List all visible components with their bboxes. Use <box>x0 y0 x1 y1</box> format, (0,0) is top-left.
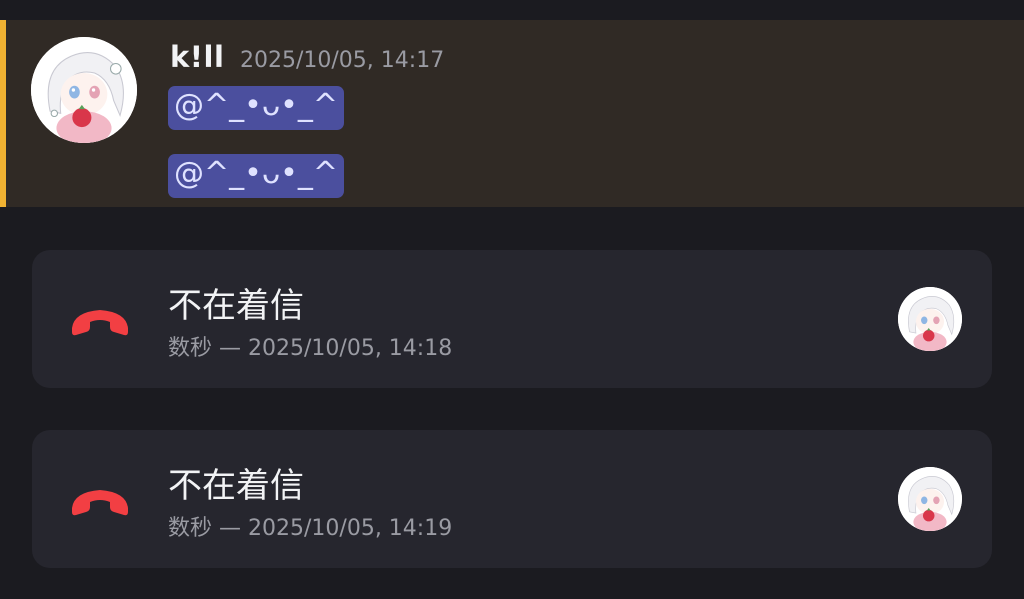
message-author[interactable]: k!ll <box>170 40 224 74</box>
call-separator: — <box>219 516 242 541</box>
missed-call-card[interactable]: 不在着信 数秒 — 2025/10/05, 14:18 <box>32 250 992 388</box>
caller-avatar[interactable] <box>898 467 962 531</box>
user-mention[interactable]: @^_•ᴗ•_^ <box>168 154 345 198</box>
mention-highlight-bar <box>0 20 6 207</box>
call-details: 数秒 — 2025/10/05, 14:18 <box>168 330 452 362</box>
call-duration: 数秒 <box>168 336 213 361</box>
call-details: 数秒 — 2025/10/05, 14:19 <box>168 510 452 542</box>
user-mention[interactable]: @^_•ᴗ•_^ <box>168 86 345 130</box>
message-highlighted[interactable]: k!ll 2025/10/05, 14:17 @^_•ᴗ•_^ @^_•ᴗ•_^ <box>0 20 1024 207</box>
phone-hangup-icon <box>68 478 132 518</box>
call-time: 2025/10/05, 14:19 <box>248 516 453 541</box>
chat-window: k!ll 2025/10/05, 14:17 @^_•ᴗ•_^ @^_•ᴗ•_^… <box>0 0 1024 599</box>
call-time: 2025/10/05, 14:18 <box>248 336 453 361</box>
call-duration: 数秒 <box>168 516 213 541</box>
missed-call-card[interactable]: 不在着信 数秒 — 2025/10/05, 14:19 <box>32 430 992 568</box>
message-timestamp: 2025/10/05, 14:17 <box>240 48 445 73</box>
call-separator: — <box>219 336 242 361</box>
caller-avatar[interactable] <box>898 287 962 351</box>
call-status: 不在着信 <box>168 286 304 326</box>
phone-hangup-icon <box>68 298 132 338</box>
call-status: 不在着信 <box>168 466 304 506</box>
author-avatar[interactable] <box>31 37 137 143</box>
